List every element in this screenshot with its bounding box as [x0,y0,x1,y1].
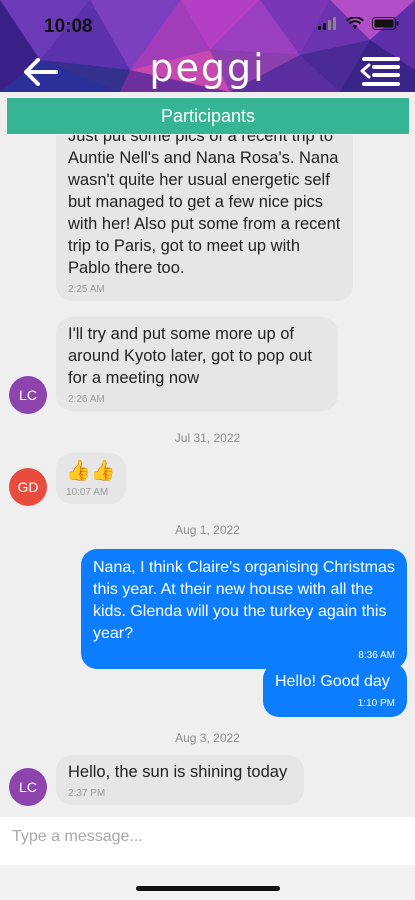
message-time: 2:37 PM [68,788,106,799]
avatar[interactable]: LC [9,768,47,806]
message-bubble-incoming: 👍👍 10:07 AM [56,453,126,504]
message-bubble-outgoing: Hello! Good day 1:10 PM [263,663,407,717]
message-bubble-outgoing: Nana, I think Claire's organising Christ… [81,549,407,669]
menu-button[interactable] [355,52,403,92]
message-time: 1:10 PM [357,698,395,709]
message-text: Hello, the sun is shining today [68,763,288,781]
message-time: 2:26 AM [68,394,105,405]
message-time: 8:36 AM [358,650,395,661]
message-text: I'll try and put some more up of around … [68,325,313,387]
app-logo: peggi [149,46,266,90]
message-time: 10:07 AM [66,487,109,498]
app-header: 10:08 peggi [0,0,415,92]
message-time: 2:25 AM [68,284,105,295]
message-text: Nana, I think Claire's organising Christ… [93,559,395,642]
battery-icon [372,17,399,30]
status-bar: 10:08 [0,0,415,44]
message-text: Just put some pics of a recent trip to A… [68,135,341,277]
status-icons [318,17,399,30]
date-separator: Jul 31, 2022 [174,431,241,445]
message-bubble-incoming: I'll try and put some more up of around … [56,317,338,411]
signal-icon [318,17,336,30]
participants-button[interactable]: Participants [6,97,410,135]
message-composer [0,817,415,865]
date-separator: Aug 1, 2022 [175,523,240,537]
wifi-icon [346,17,364,29]
message-text: 👍👍 [66,460,116,482]
home-indicator[interactable] [136,886,280,891]
avatar[interactable]: LC [9,376,47,414]
message-bubble-incoming: Hello, the sun is shining today 2:37 PM [56,755,304,805]
message-text: Hello! Good day [275,673,390,690]
menu-collapse-icon [360,57,400,86]
message-input[interactable] [0,817,415,857]
message-list[interactable]: Just put some pics of a recent trip to A… [0,135,415,817]
date-separator: Aug 3, 2022 [175,731,240,745]
message-bubble-incoming: Just put some pics of a recent trip to A… [56,135,353,301]
status-time: 10:08 [44,16,93,37]
home-bar-area [0,865,415,900]
avatar[interactable]: GD [9,468,47,506]
